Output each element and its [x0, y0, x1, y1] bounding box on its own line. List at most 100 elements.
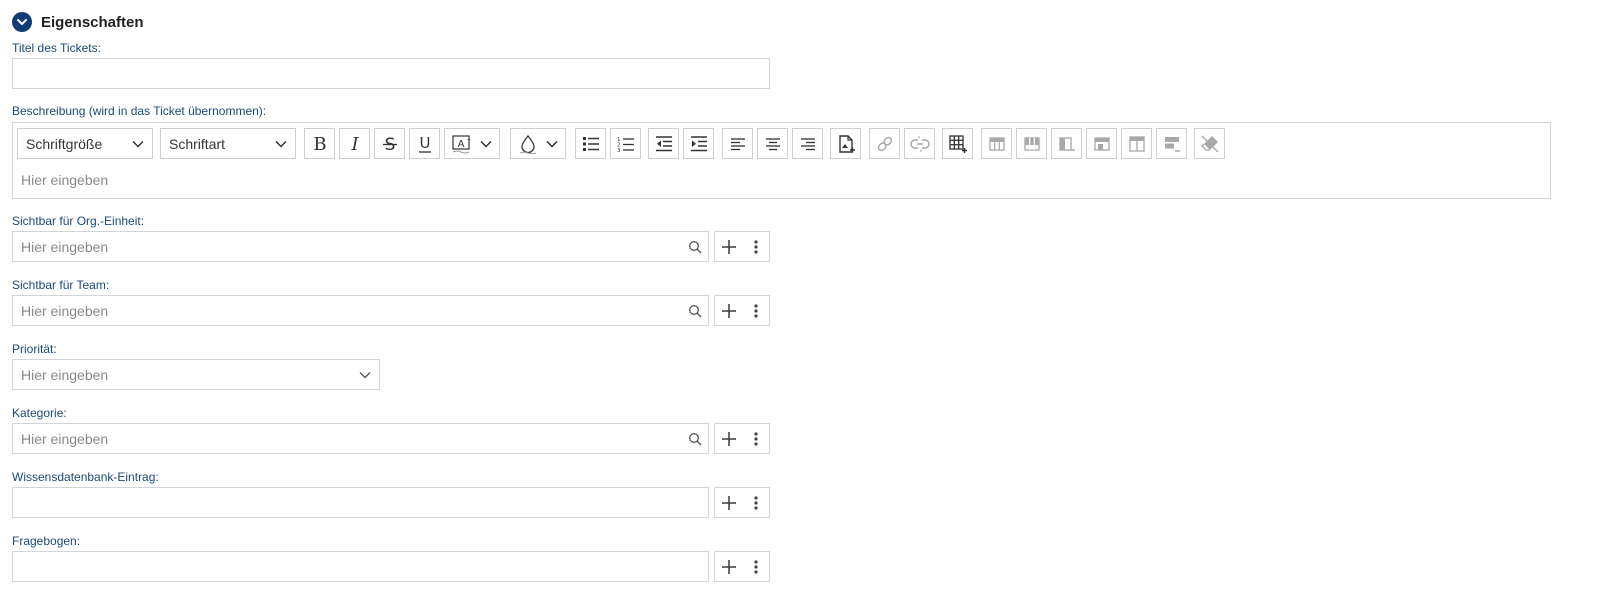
link-icon	[877, 136, 892, 151]
add-icon[interactable]	[715, 488, 743, 517]
insert-table-button[interactable]	[942, 128, 973, 159]
knowledge-base-label: Wissensdatenbank-Eintrag:	[12, 470, 159, 484]
more-options-icon[interactable]	[743, 232, 769, 261]
add-icon[interactable]	[715, 552, 743, 581]
questionnaire-actions	[714, 551, 770, 582]
search-icon[interactable]	[688, 304, 702, 318]
chevron-down-icon	[275, 140, 287, 148]
add-icon[interactable]	[715, 296, 743, 325]
knowledge-base-actions	[714, 487, 770, 518]
chevron-down-icon[interactable]	[12, 12, 32, 32]
more-options-icon[interactable]	[743, 552, 769, 581]
table-add-row-button[interactable]	[981, 128, 1012, 159]
questionnaire-label: Fragebogen:	[12, 534, 81, 548]
section-header[interactable]: Eigenschaften	[12, 11, 144, 33]
chevron-down-icon	[480, 140, 492, 148]
clear-formatting-button[interactable]	[1194, 128, 1225, 159]
align-right-button[interactable]	[792, 128, 823, 159]
font-color-icon: A +	[452, 135, 472, 154]
table-delete-row-button[interactable]	[1156, 128, 1187, 159]
table-split-cells-icon	[1128, 135, 1145, 152]
team-label: Sichtbar für Team:	[12, 278, 110, 292]
remove-link-button[interactable]	[904, 128, 935, 159]
align-left-button[interactable]	[722, 128, 753, 159]
bold-icon: B	[313, 134, 326, 154]
chevron-down-icon	[132, 140, 144, 148]
align-left-icon	[730, 137, 745, 150]
more-options-icon[interactable]	[743, 296, 769, 325]
font-family-select-label: Schriftart	[169, 135, 226, 152]
team-placeholder: Hier eingeben	[21, 302, 109, 319]
strikethrough-button[interactable]: S	[374, 128, 405, 159]
team-actions	[714, 295, 770, 326]
outdent-button[interactable]	[648, 128, 679, 159]
insert-image-button[interactable]	[830, 128, 861, 159]
table-merge-cells-icon	[1093, 136, 1110, 151]
svg-text:B: B	[313, 134, 326, 154]
indent-button[interactable]	[683, 128, 714, 159]
bullet-list-button[interactable]	[575, 128, 606, 159]
eraser-icon	[1200, 135, 1218, 152]
align-center-button[interactable]	[757, 128, 788, 159]
table-delete-column-icon	[1058, 136, 1075, 151]
bold-button[interactable]: B	[304, 128, 335, 159]
org-unit-input[interactable]: Hier eingeben	[12, 231, 709, 262]
font-size-select[interactable]: Schriftgröße	[17, 128, 153, 159]
table-merge-cells-button[interactable]	[1086, 128, 1117, 159]
chevron-down-icon	[546, 140, 558, 148]
ticket-title-label: Titel des Tickets:	[12, 41, 101, 55]
questionnaire-input[interactable]	[12, 551, 709, 582]
align-center-icon	[765, 137, 780, 150]
section-title: Eigenschaften	[41, 13, 144, 31]
unlink-icon	[909, 135, 930, 152]
drop-icon	[519, 135, 537, 154]
insert-image-icon	[838, 134, 855, 153]
search-icon[interactable]	[688, 240, 702, 254]
chevron-down-icon	[359, 371, 371, 378]
svg-text:I: I	[350, 134, 359, 154]
team-input[interactable]: Hier eingeben	[12, 295, 709, 326]
outdent-icon	[655, 135, 672, 151]
bullet-list-icon	[582, 136, 599, 151]
svg-text:+: +	[467, 137, 472, 144]
category-placeholder: Hier eingeben	[21, 430, 109, 447]
indent-icon	[690, 135, 707, 151]
priority-placeholder: Hier eingeben	[21, 366, 109, 383]
org-unit-label: Sichtbar für Org.-Einheit:	[12, 214, 145, 228]
font-color-dropdown[interactable]: A +	[444, 128, 500, 159]
underline-button[interactable]: U	[409, 128, 440, 159]
table-delete-row-icon	[1164, 136, 1180, 152]
category-input[interactable]: Hier eingeben	[12, 423, 709, 454]
add-icon[interactable]	[715, 424, 743, 453]
italic-icon: I	[350, 134, 359, 154]
numbered-list-button[interactable]: 123	[610, 128, 641, 159]
table-split-cells-button[interactable]	[1121, 128, 1152, 159]
category-label: Kategorie:	[12, 406, 67, 420]
table-add-column-icon	[1023, 136, 1040, 151]
search-icon[interactable]	[688, 432, 702, 446]
insert-link-button[interactable]	[869, 128, 900, 159]
table-add-row-icon	[988, 136, 1005, 151]
font-family-select[interactable]: Schriftart	[160, 128, 296, 159]
more-options-icon[interactable]	[743, 424, 769, 453]
italic-button[interactable]: I	[339, 128, 370, 159]
category-actions	[714, 423, 770, 454]
knowledge-base-input[interactable]	[12, 487, 709, 518]
description-placeholder: Hier eingeben	[21, 172, 109, 188]
svg-text:A: A	[458, 139, 465, 150]
org-unit-actions	[714, 231, 770, 262]
table-add-column-button[interactable]	[1016, 128, 1047, 159]
strikethrough-icon: S	[382, 135, 397, 154]
table-delete-column-button[interactable]	[1051, 128, 1082, 159]
align-right-icon	[800, 137, 815, 150]
priority-select[interactable]: Hier eingeben	[12, 359, 380, 390]
description-editor[interactable]: Schriftgröße Schriftart B I S U A+ 123	[12, 122, 1551, 199]
add-icon[interactable]	[715, 232, 743, 261]
more-options-icon[interactable]	[743, 488, 769, 517]
priority-label: Priorität:	[12, 342, 57, 356]
org-unit-placeholder: Hier eingeben	[21, 238, 109, 255]
ticket-title-input[interactable]	[12, 58, 770, 89]
background-color-dropdown[interactable]	[510, 128, 566, 159]
svg-text:3: 3	[617, 148, 621, 154]
underline-icon: U	[418, 134, 431, 153]
